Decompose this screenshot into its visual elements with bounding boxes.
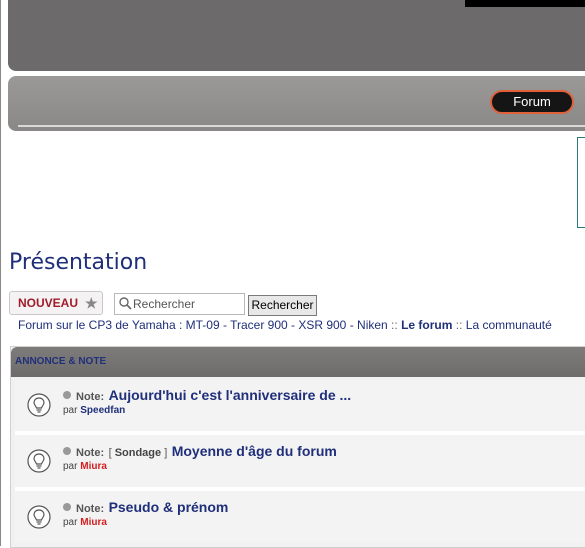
- search-placeholder: Rechercher: [133, 297, 196, 311]
- breadcrumb-separator: ::: [391, 318, 398, 332]
- breadcrumb-home-link[interactable]: Forum sur le CP3 de Yamaha : MT-09 - Tra…: [18, 318, 388, 332]
- side-panel-frame: [577, 137, 585, 228]
- lightbulb-icon: [27, 393, 51, 417]
- topic-by-label: par: [63, 405, 78, 416]
- status-dot: [63, 503, 71, 511]
- topic-by-label: par: [63, 461, 78, 472]
- topic-title-link[interactable]: Moyenne d'âge du forum: [172, 443, 337, 459]
- breadcrumb-forum-link[interactable]: Le forum: [401, 318, 452, 332]
- search-button[interactable]: Rechercher: [248, 295, 317, 316]
- forum-nav-button[interactable]: Forum: [490, 90, 574, 114]
- lightbulb-icon: [27, 449, 51, 473]
- topic-prefix: Note:: [76, 391, 105, 403]
- breadcrumb-separator: ::: [455, 318, 463, 332]
- section-header: ANNONCE & NOTE: [11, 347, 585, 377]
- topic-author-link[interactable]: Miura: [80, 461, 107, 472]
- lightbulb-icon: [27, 505, 51, 529]
- header-banner: [8, 0, 585, 71]
- topic-prefix: Note:: [76, 503, 105, 515]
- page-left-border: [0, 0, 1, 546]
- topic-row: Note: Pseudo & prénom par Miura: [15, 491, 585, 543]
- topic-author-link[interactable]: Miura: [80, 517, 107, 528]
- topic-tag-label: Sondage: [114, 447, 162, 459]
- topic-list: ANNONCE & NOTE Note: Aujourd'hui c'est l…: [10, 346, 585, 548]
- search-icon: [119, 297, 132, 310]
- topic-prefix: Note:: [76, 447, 105, 459]
- topic-row: Note: Aujourd'hui c'est l'anniversaire d…: [15, 379, 585, 431]
- section-title: ANNONCE & NOTE: [15, 356, 107, 367]
- topic-tag: [ Sondage ]: [108, 447, 168, 459]
- search-input[interactable]: Rechercher: [114, 293, 245, 315]
- new-topic-label: NOUVEAU: [18, 296, 79, 310]
- topic-author-link[interactable]: Speedfan: [80, 405, 125, 416]
- breadcrumb: Forum sur le CP3 de Yamaha : MT-09 - Tra…: [18, 318, 585, 332]
- status-dot: [63, 447, 71, 455]
- status-dot: [63, 391, 71, 399]
- topic-row: Note: [ Sondage ] Moyenne d'âge du forum…: [15, 435, 585, 487]
- topic-title-link[interactable]: Pseudo & prénom: [109, 499, 229, 515]
- topic-title-link[interactable]: Aujourd'hui c'est l'anniversaire de ...: [109, 387, 352, 403]
- topic-by-label: par: [63, 517, 78, 528]
- navbar-divider: [18, 125, 585, 127]
- page-title: Présentation: [9, 250, 148, 275]
- star-icon: ★: [85, 295, 98, 311]
- new-topic-button[interactable]: NOUVEAU ★: [9, 291, 103, 315]
- breadcrumb-community-link[interactable]: La communauté: [466, 318, 552, 332]
- header-black-strip: [465, 0, 585, 7]
